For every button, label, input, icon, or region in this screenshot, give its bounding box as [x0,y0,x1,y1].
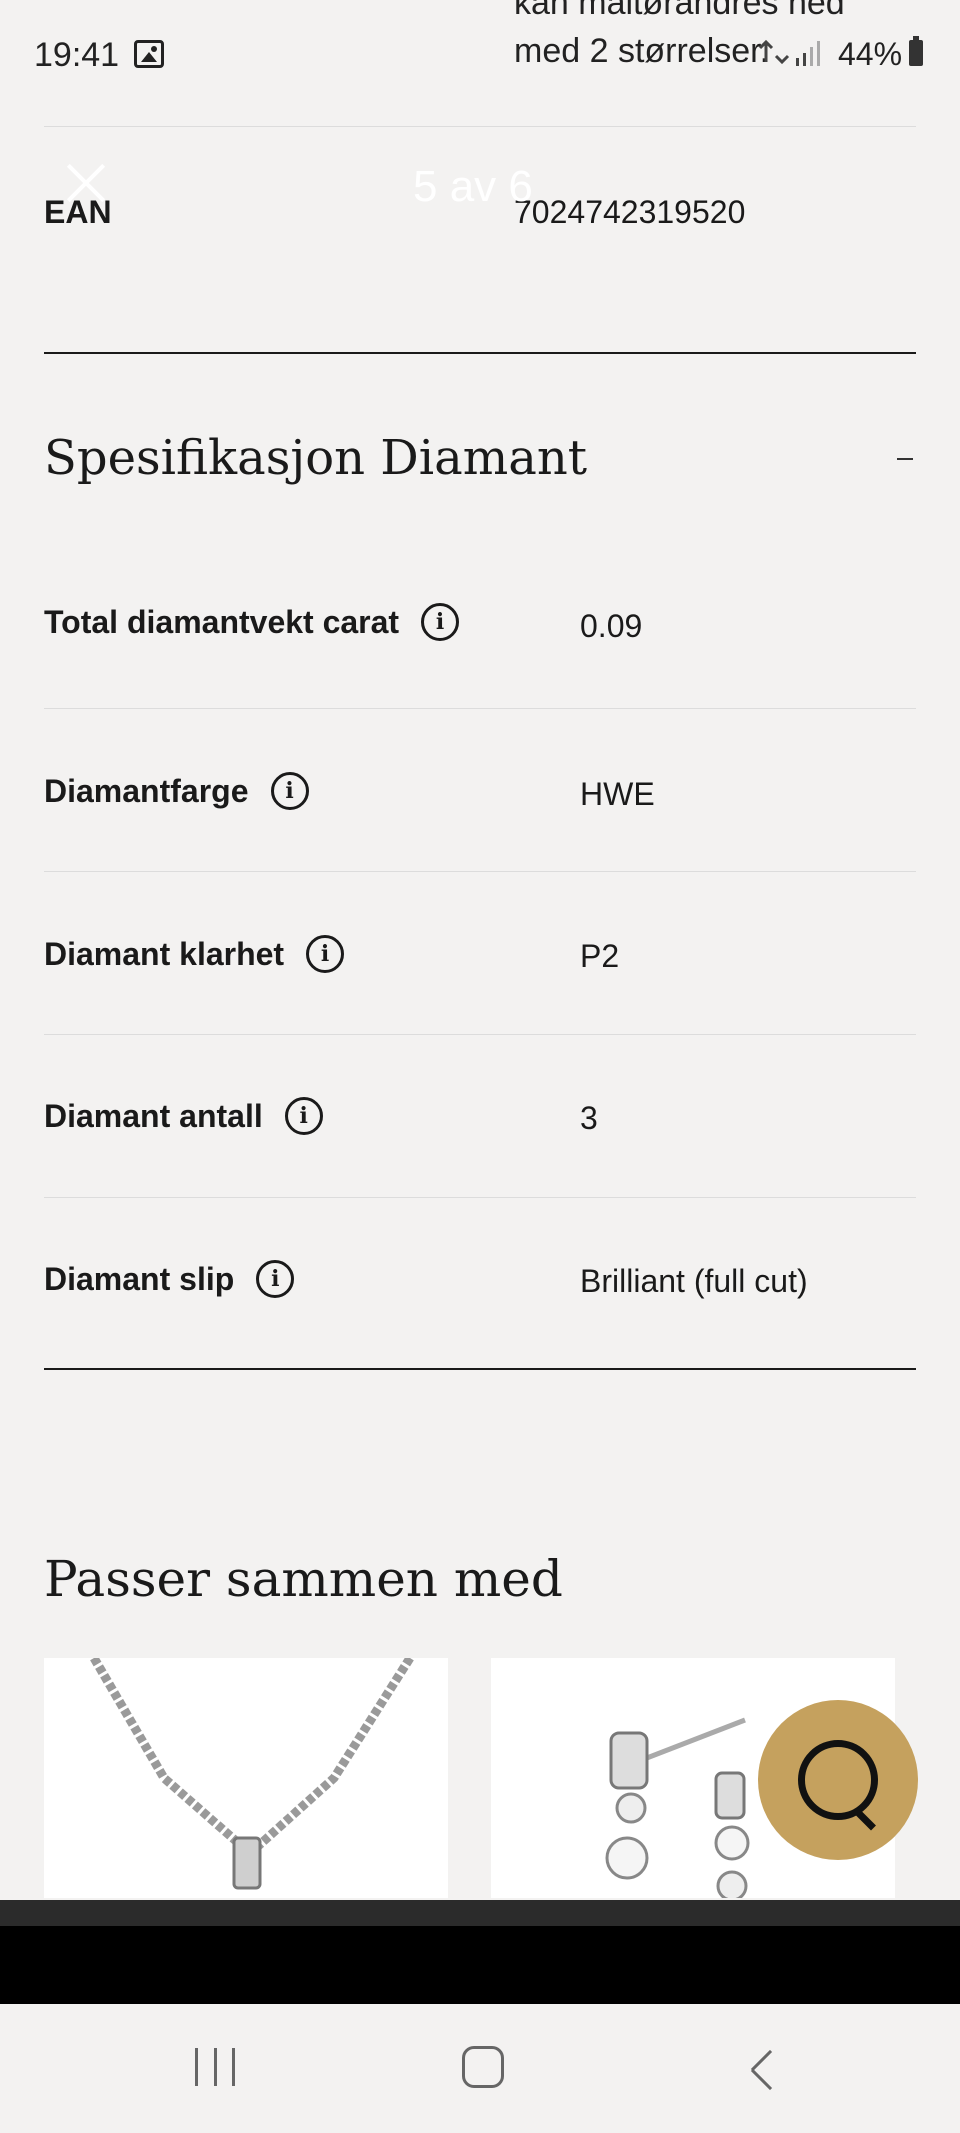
spec-value-color: HWE [580,776,655,812]
spec-value-count: 3 [580,1100,598,1136]
back-icon[interactable] [742,2046,782,2086]
pendant-necklace-image [90,1658,414,1890]
section-divider [44,352,916,354]
divider [44,1034,916,1035]
spec-value-cut: Brilliant (full cut) [580,1263,808,1299]
battery-icon [909,36,923,66]
chat-icon [798,1740,878,1820]
overlay-band [0,1900,960,1926]
overlay-footer [0,1926,960,2004]
spec-label-text: Total diamantvekt carat [44,603,400,640]
divider [44,871,916,872]
spec-label-text: Diamant slip [44,1260,235,1297]
spec-label-text: Diamantfarge [44,772,249,809]
ean-value: 7024742319520 [514,194,746,230]
spec-label-color: Diamantfarge i [44,772,309,810]
info-icon[interactable]: i [270,772,309,810]
spec-label-count: Diamant antall i [44,1097,323,1135]
image-icon [134,40,164,68]
close-icon[interactable] [64,160,108,204]
signal-icon [758,39,820,66]
image-counter: 5 av 6 [413,162,533,211]
info-icon[interactable]: i [256,1260,295,1298]
spec-label-clarity: Diamant klarhet i [44,935,345,973]
spec-section-title[interactable]: Spesifikasjon Diamant [44,430,587,486]
product-card-necklace[interactable] [44,1658,448,1898]
info-icon[interactable]: i [421,603,460,641]
divider [44,126,916,127]
recents-icon[interactable] [195,2048,235,2086]
spec-label-total-carat: Total diamantvekt carat i [44,603,460,641]
related-products-title: Passer sammen med [44,1550,563,1608]
spec-value-clarity: P2 [580,938,620,974]
info-icon[interactable]: i [306,935,345,973]
info-icon[interactable]: i [284,1097,323,1135]
status-time: 19:41 [34,36,120,74]
spec-label-text: Diamant klarhet [44,935,285,972]
section-divider [44,1368,916,1370]
background-text-line1: kan måltørandres ned [514,0,845,22]
battery-level: 44% [838,36,903,72]
spec-label-cut: Diamant slip i [44,1260,295,1298]
divider [44,1197,916,1198]
background-text-line2: med 2 størrelser. [514,32,770,70]
spec-value-total-carat: 0.09 [580,608,643,644]
divider [44,708,916,709]
spec-label-text: Diamant antall [44,1097,263,1134]
chat-button[interactable] [758,1700,918,1860]
minus-icon[interactable] [897,458,913,460]
home-icon[interactable] [462,2046,504,2088]
